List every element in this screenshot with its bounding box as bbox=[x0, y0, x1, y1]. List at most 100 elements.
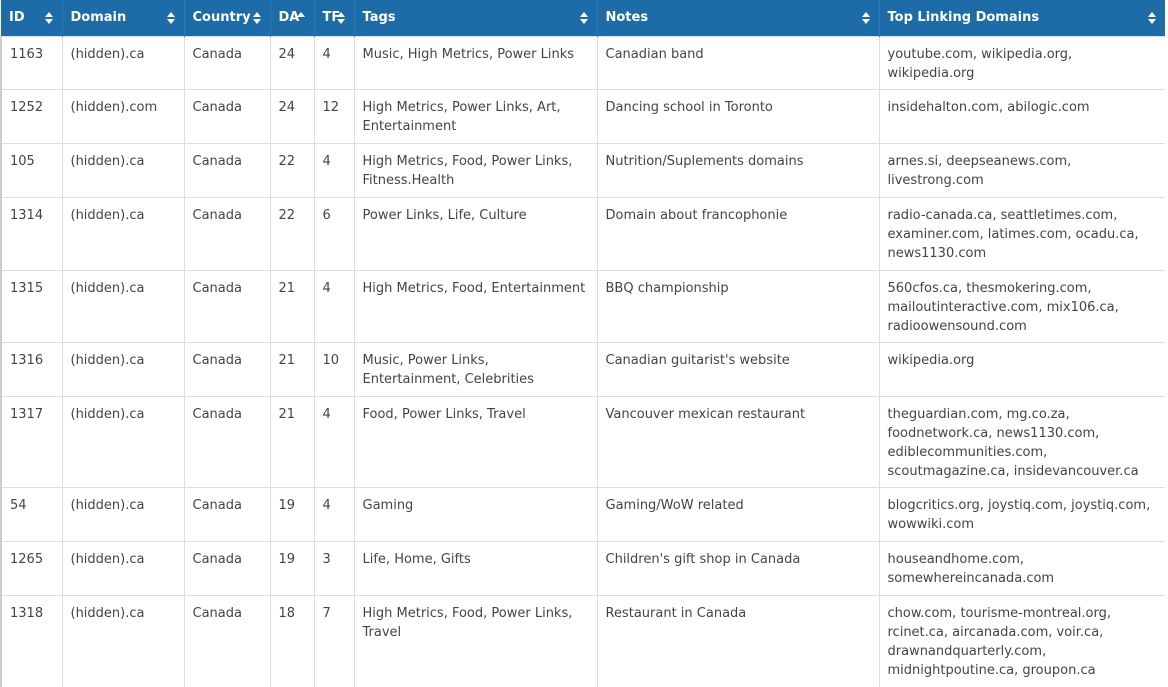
cell-tf: 10 bbox=[313, 341, 354, 396]
domains-table: ID Domain Country DA TF Tags Notes Top L… bbox=[0, 0, 1165, 687]
cell-id: 1316 bbox=[0, 341, 62, 396]
cell-da: 21 bbox=[269, 341, 314, 396]
cell-top-linking-domains: blogcritics.org, joystiq.com, joystiq.co… bbox=[878, 486, 1165, 541]
column-label: Notes bbox=[605, 10, 649, 26]
table-row: 1317 (hidden).ca Canada 21 4 Food, Power… bbox=[0, 395, 1165, 487]
column-label: ID bbox=[9, 10, 25, 26]
column-header-tf[interactable]: TF bbox=[313, 0, 354, 36]
cell-da: 18 bbox=[269, 594, 314, 687]
cell-da: 19 bbox=[269, 486, 314, 541]
column-header-country[interactable]: Country bbox=[183, 0, 270, 36]
sort-both-icon bbox=[861, 11, 870, 24]
cell-da: 22 bbox=[269, 196, 314, 270]
cell-tf: 4 bbox=[313, 142, 354, 197]
sort-both-icon bbox=[1148, 11, 1156, 24]
cell-da: 19 bbox=[269, 540, 314, 595]
cell-notes: Gaming/WoW related bbox=[596, 486, 879, 541]
table-row: 1314 (hidden).ca Canada 22 6 Power Links… bbox=[0, 196, 1165, 270]
cell-notes: Children's gift shop in Canada bbox=[596, 540, 879, 595]
cell-da: 24 bbox=[269, 35, 314, 89]
cell-tags: High Metrics, Food, Power Links, Travel bbox=[353, 594, 597, 687]
cell-domain: (hidden).ca bbox=[61, 269, 184, 342]
cell-top-linking-domains: youtube.com, wikipedia.org, wikipedia.or… bbox=[878, 35, 1165, 89]
cell-top-linking-domains: wikipedia.org bbox=[878, 341, 1165, 396]
table-row: 1252 (hidden).com Canada 24 12 High Metr… bbox=[0, 88, 1165, 143]
cell-country: Canada bbox=[183, 395, 270, 487]
cell-notes: Domain about francophonie bbox=[596, 196, 879, 270]
cell-domain: (hidden).com bbox=[61, 88, 184, 143]
column-label: Domain bbox=[70, 10, 127, 26]
cell-tf: 4 bbox=[313, 486, 354, 541]
cell-notes: BBQ championship bbox=[596, 269, 879, 342]
cell-country: Canada bbox=[183, 594, 270, 687]
column-header-id[interactable]: ID bbox=[1, 0, 62, 36]
column-label: Top Linking Domains bbox=[887, 10, 1040, 26]
cell-tags: Power Links, Life, Culture bbox=[353, 196, 597, 270]
cell-id: 1163 bbox=[0, 35, 62, 89]
column-header-da[interactable]: DA bbox=[269, 0, 314, 36]
table-row: 105 (hidden).ca Canada 22 4 High Metrics… bbox=[0, 142, 1165, 197]
cell-top-linking-domains: 560cfos.ca, thesmokering.com, mailoutint… bbox=[878, 269, 1165, 342]
cell-id: 105 bbox=[0, 142, 62, 197]
column-header-tags[interactable]: Tags bbox=[353, 0, 597, 36]
cell-domain: (hidden).ca bbox=[61, 341, 184, 396]
cell-id: 1318 bbox=[0, 594, 62, 687]
cell-id: 54 bbox=[0, 486, 62, 541]
cell-country: Canada bbox=[183, 88, 270, 143]
cell-tags: Life, Home, Gifts bbox=[353, 540, 597, 595]
table-row: 1318 (hidden).ca Canada 18 7 High Metric… bbox=[0, 594, 1165, 687]
cell-country: Canada bbox=[183, 35, 270, 89]
table-row: 1163 (hidden).ca Canada 24 4 Music, High… bbox=[0, 35, 1165, 89]
cell-top-linking-domains: theguardian.com, mg.co.za, foodnetwork.c… bbox=[878, 395, 1165, 487]
column-label: Tags bbox=[362, 10, 396, 26]
cell-tags: Gaming bbox=[353, 486, 597, 541]
cell-tf: 7 bbox=[313, 594, 354, 687]
cell-id: 1252 bbox=[0, 88, 62, 143]
column-header-notes[interactable]: Notes bbox=[596, 0, 879, 36]
cell-id: 1315 bbox=[0, 269, 62, 342]
cell-notes: Vancouver mexican restaurant bbox=[596, 395, 879, 487]
cell-country: Canada bbox=[183, 486, 270, 541]
column-header-domain[interactable]: Domain bbox=[61, 0, 184, 36]
cell-top-linking-domains: houseandhome.com, somewhereincanada.com bbox=[878, 540, 1165, 595]
cell-domain: (hidden).ca bbox=[61, 395, 184, 487]
cell-country: Canada bbox=[183, 341, 270, 396]
table-row: 1316 (hidden).ca Canada 21 10 Music, Pow… bbox=[0, 341, 1165, 396]
cell-top-linking-domains: arnes.si, deepseanews.com, livestrong.co… bbox=[878, 142, 1165, 197]
cell-da: 24 bbox=[269, 88, 314, 143]
cell-tags: High Metrics, Power Links, Art, Entertai… bbox=[353, 88, 597, 143]
cell-tf: 4 bbox=[313, 35, 354, 89]
cell-domain: (hidden).ca bbox=[61, 540, 184, 595]
cell-tf: 4 bbox=[313, 269, 354, 342]
cell-id: 1314 bbox=[0, 196, 62, 270]
cell-notes: Restaurant in Canada bbox=[596, 594, 879, 687]
cell-notes: Canadian band bbox=[596, 35, 879, 89]
column-label: Country bbox=[192, 10, 251, 26]
cell-da: 21 bbox=[269, 269, 314, 342]
cell-tf: 12 bbox=[313, 88, 354, 143]
sort-both-icon bbox=[44, 11, 53, 24]
sort-descending-icon bbox=[296, 11, 305, 24]
cell-tf: 4 bbox=[313, 395, 354, 487]
cell-domain: (hidden).ca bbox=[61, 594, 184, 687]
cell-tf: 3 bbox=[313, 540, 354, 595]
cell-tags: High Metrics, Food, Entertainment bbox=[353, 269, 597, 342]
column-header-top-linking-domains[interactable]: Top Linking Domains bbox=[878, 0, 1165, 36]
cell-domain: (hidden).ca bbox=[61, 196, 184, 270]
cell-country: Canada bbox=[183, 269, 270, 342]
cell-country: Canada bbox=[183, 196, 270, 270]
cell-domain: (hidden).ca bbox=[61, 142, 184, 197]
cell-notes: Dancing school in Toronto bbox=[596, 88, 879, 143]
cell-notes: Nutrition/Suplements domains bbox=[596, 142, 879, 197]
cell-top-linking-domains: radio-canada.ca, seattletimes.com, exami… bbox=[878, 196, 1165, 270]
cell-da: 21 bbox=[269, 395, 314, 487]
cell-tags: Food, Power Links, Travel bbox=[353, 395, 597, 487]
cell-top-linking-domains: insidehalton.com, abilogic.com bbox=[878, 88, 1165, 143]
cell-tags: High Metrics, Food, Power Links, Fitness… bbox=[353, 142, 597, 197]
cell-country: Canada bbox=[183, 142, 270, 197]
cell-country: Canada bbox=[183, 540, 270, 595]
cell-top-linking-domains: chow.com, tourisme-montreal.org, rcinet.… bbox=[878, 594, 1165, 687]
sort-both-icon bbox=[252, 11, 261, 24]
sort-both-icon bbox=[166, 11, 175, 24]
sort-both-icon bbox=[579, 11, 588, 24]
